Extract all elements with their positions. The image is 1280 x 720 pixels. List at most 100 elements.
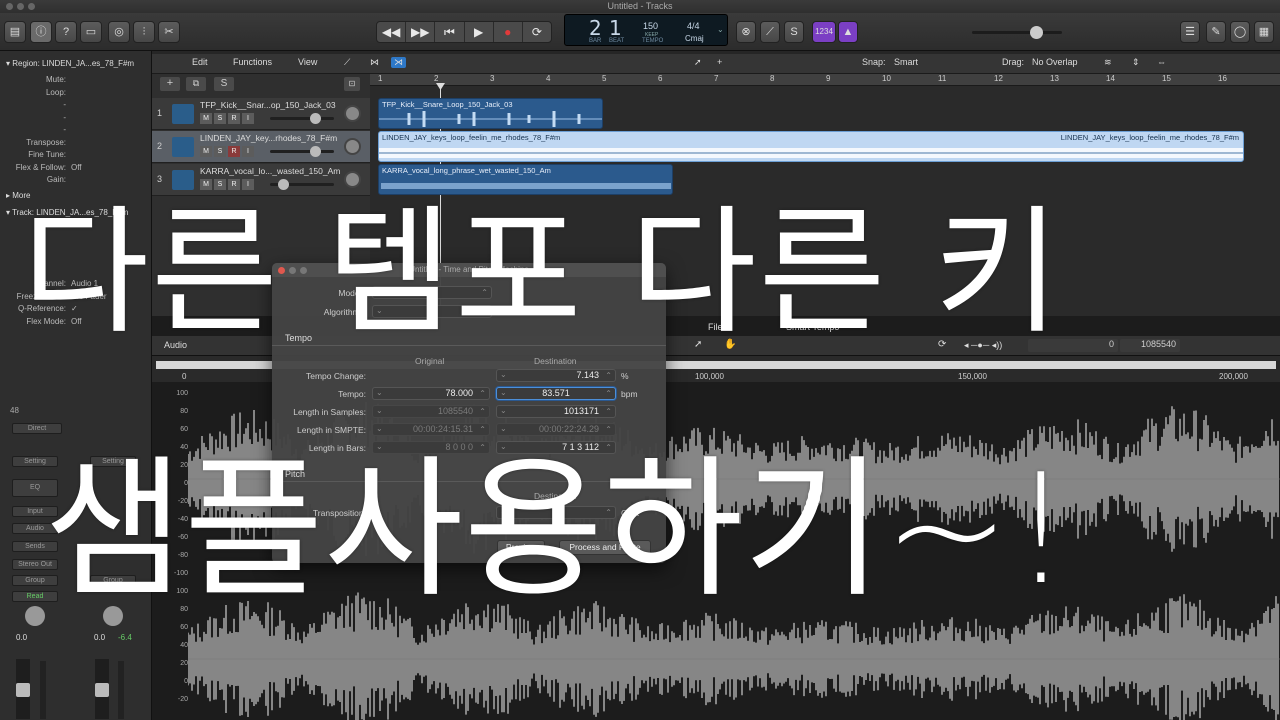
mute-button[interactable]: M (200, 146, 212, 157)
lcd-menu-chevron-icon[interactable]: ⌄ (717, 25, 724, 34)
track-options-icon[interactable]: ⊡ (344, 77, 360, 91)
play-icon[interactable]: ▶ (465, 22, 494, 42)
tuner-icon[interactable]: ⟋ (760, 21, 780, 43)
lcd-display[interactable]: 2 1 BAR BEAT 150 KEEP TEMPO 4/4 Cmaj ⌄ (564, 14, 728, 46)
vertical-zoom-icon[interactable]: ⇕ (1132, 57, 1140, 68)
count-in-button[interactable]: 1234 (812, 21, 836, 43)
region-track-3[interactable]: KARRA_vocal_long_phrase_wet_wasted_150_A… (378, 164, 673, 195)
catch-icon[interactable]: ⋊ (391, 57, 406, 68)
master-volume-knob[interactable] (1030, 26, 1043, 39)
metronome-icon[interactable]: ▲ (838, 21, 858, 43)
parameter-name: Loop: (45, 87, 66, 97)
fader-right-cap[interactable] (95, 683, 109, 697)
fader-left-cap[interactable] (16, 683, 30, 697)
fader-right[interactable] (95, 659, 109, 719)
record-enable-button[interactable]: R (228, 146, 240, 157)
destination-samples-field[interactable]: 1013171 (496, 405, 616, 418)
region-track-1[interactable]: TFP_Kick__Snare_Loop_150_Jack_03 (378, 98, 603, 129)
rewind-icon[interactable]: ◀◀ (377, 22, 407, 42)
record-icon[interactable]: ● (494, 22, 523, 42)
cycle-icon[interactable]: ⟳ (523, 22, 551, 42)
mute-button[interactable]: M (200, 113, 212, 124)
library-icon[interactable]: ▤ (4, 21, 26, 43)
snap-select[interactable]: Smart (894, 57, 918, 67)
tempo-change-field[interactable]: 7.143 (496, 369, 616, 382)
track-number: 1 (157, 108, 163, 118)
track-volume-knob[interactable] (278, 179, 289, 190)
track-header[interactable]: 2 LINDEN_JAY_key...rhodes_78_F#m M S R I (152, 131, 370, 163)
amplitude-tick: -20 (177, 696, 188, 703)
destination-tempo-field[interactable]: 83.571 (496, 387, 616, 400)
mixer-icon[interactable]: ⫶ (133, 21, 155, 43)
track-volume-knob[interactable] (310, 113, 321, 124)
solo-button[interactable]: S (214, 113, 226, 124)
inspector-icon[interactable]: ⓘ (30, 21, 52, 43)
functions-menu[interactable]: Functions (233, 57, 272, 67)
horizontal-zoom-icon[interactable]: ⇔ (1157, 57, 1166, 67)
smart-controls-icon[interactable]: ◎ (108, 21, 130, 43)
pan-knob-left[interactable] (25, 606, 45, 626)
global-solo-icon[interactable]: S (214, 77, 234, 91)
close-window-icon[interactable] (6, 3, 13, 10)
parameter-name: Fine Tune: (28, 150, 66, 159)
input-monitor-button[interactable]: I (242, 113, 254, 124)
scissors-icon[interactable]: ✂ (158, 21, 180, 43)
flex-icon[interactable]: ⋈ (370, 57, 379, 68)
zoom-window-icon[interactable] (28, 3, 35, 10)
help-icon[interactable]: ? (55, 21, 77, 43)
solo-icon[interactable]: S (784, 21, 804, 43)
track-header[interactable]: 1 TFP_Kick__Snar...op_150_Jack_03 M S R I (152, 98, 370, 130)
parameter-value[interactable]: Off (71, 163, 82, 172)
track-volume-slider[interactable] (270, 146, 334, 157)
lcd-bar-label: BAR (589, 38, 602, 44)
track-pan-knob[interactable] (344, 105, 361, 122)
ruler-tick: 10 (882, 74, 891, 83)
mute-button[interactable]: M (200, 179, 212, 190)
track-name[interactable]: TFP_Kick__Snar...op_150_Jack_03 (200, 100, 336, 110)
add-track-icon[interactable]: + (160, 77, 180, 91)
track-volume-slider[interactable] (270, 179, 334, 190)
region-inspector-header[interactable]: ▾ Region: LINDEN_JA...es_78_F#m (0, 57, 150, 70)
go-to-start-icon[interactable]: ⏮ (435, 22, 465, 42)
view-menu[interactable]: View (298, 57, 317, 67)
list-editors-icon[interactable]: ☰ (1180, 21, 1200, 43)
record-enable-button[interactable]: R (228, 179, 240, 190)
original-tempo-field[interactable]: 78.000 (372, 387, 490, 400)
edit-menu[interactable]: Edit (192, 57, 208, 67)
automation-icon[interactable]: ⟋ (344, 57, 350, 68)
record-enable-button[interactable]: R (228, 113, 240, 124)
track-buttons: MSRI (200, 179, 254, 190)
track-name[interactable]: KARRA_vocal_lo..._wasted_150_Am (200, 166, 340, 176)
duplicate-track-icon[interactable]: ⧉ (186, 77, 206, 91)
fader-left[interactable] (16, 659, 30, 719)
track-name[interactable]: LINDEN_JAY_key...rhodes_78_F#m (200, 133, 337, 143)
solo-button[interactable]: S (214, 146, 226, 157)
solo-button[interactable]: S (214, 179, 226, 190)
waveform-zoom-icon[interactable]: ≋ (1104, 57, 1112, 68)
track-volume-slider[interactable] (270, 113, 334, 124)
amplitude-tick: 20 (180, 660, 188, 667)
notepad-icon[interactable]: ✎ (1206, 21, 1226, 43)
track-pan-knob[interactable] (344, 171, 361, 188)
tempo-change-label: Tempo Change: (305, 371, 366, 381)
browsers-icon[interactable]: ▦ (1254, 21, 1274, 43)
minimize-window-icon[interactable] (17, 3, 24, 10)
region-track-2[interactable]: LINDEN_JAY_keys_loop_feelin_me_rhodes_78… (378, 131, 1244, 162)
input-monitor-button[interactable]: I (242, 179, 254, 190)
toolbar-toggle-icon[interactable]: ▭ (80, 21, 102, 43)
tempo-label: Tempo: (338, 389, 366, 399)
loop-browser-icon[interactable]: ◯ (1230, 21, 1250, 43)
track-pan-knob[interactable] (344, 138, 361, 155)
track-volume-knob[interactable] (310, 146, 321, 157)
replace-icon[interactable]: ⊗ (736, 21, 756, 43)
parameter-name: - (63, 125, 66, 134)
drag-select[interactable]: No Overlap (1032, 57, 1078, 67)
input-monitor-button[interactable]: I (242, 146, 254, 157)
timeline-ruler[interactable]: 1 2 3 4 5 6 7 8 9 10 11 12 13 14 15 16 (370, 74, 1280, 86)
master-volume-slider[interactable] (972, 26, 1062, 39)
destination-smpte-field[interactable]: 00:00:22:24.29 (496, 423, 616, 436)
editor-counter-length[interactable]: 1085540 (1120, 339, 1180, 352)
marquee-tool-icon[interactable]: + (717, 57, 722, 67)
pointer-tool-icon[interactable]: ➚ (694, 57, 702, 68)
forward-icon[interactable]: ▶▶ (406, 22, 436, 42)
